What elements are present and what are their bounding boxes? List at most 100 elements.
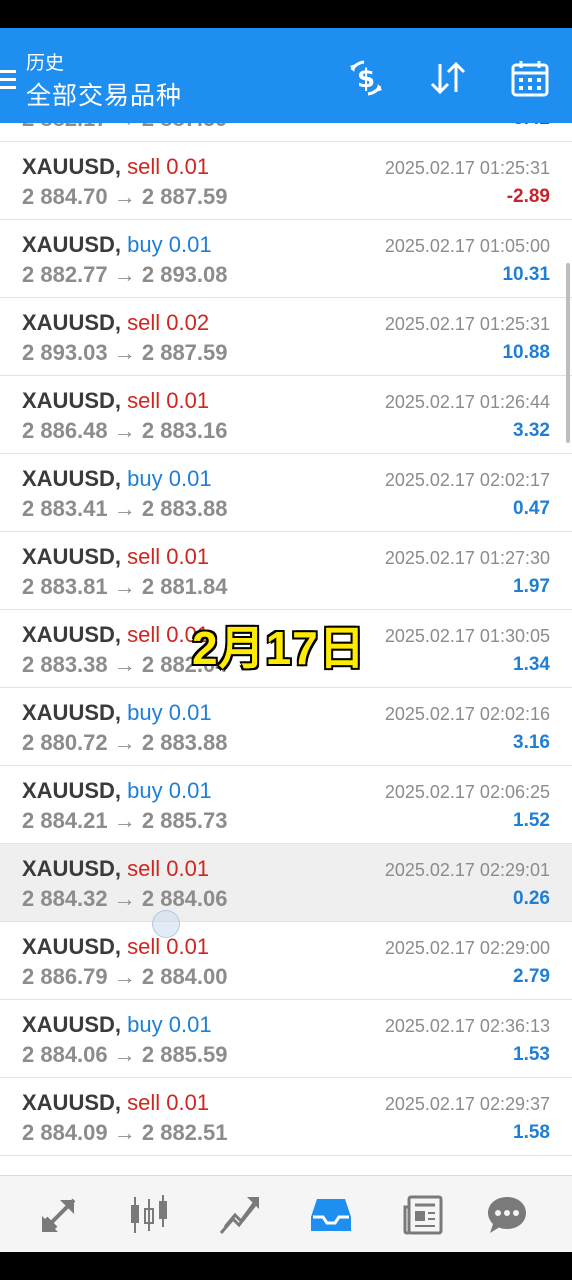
currency-exchange-icon[interactable]: $: [346, 58, 386, 98]
trade-side: buy: [127, 1012, 163, 1037]
trade-symbol: XAUUSD: [22, 622, 115, 647]
trade-row[interactable]: XAUUSD, buy 0.01 2 882.77 → 2 893.08 2025.…: [0, 220, 572, 298]
trade-time: 2025.02.17 01:05:00: [384, 236, 550, 256]
trade-symbol: XAUUSD: [22, 310, 115, 335]
trade-time: 2025.02.17 02:29:37: [384, 1094, 550, 1114]
sort-icon[interactable]: [428, 58, 468, 98]
trade-row[interactable]: XAUUSD, sell 0.01 2 886.48 → 2 883.16 2025…: [0, 376, 572, 454]
trade-icon[interactable]: [216, 1192, 262, 1238]
trade-volume: 0.01: [168, 466, 212, 491]
trade-profit: 10.31: [502, 264, 550, 285]
trade-row[interactable]: XAUUSD, sell 0.01 2 883.81 → 2 881.84 2025…: [0, 532, 572, 610]
trade-side: sell: [127, 934, 161, 959]
trade-symbol: XAUUSD: [22, 778, 115, 803]
date-caption-overlay: 2月17日: [191, 621, 366, 675]
trade-time: 2025.02.17 01:25:31: [384, 158, 550, 178]
trade-prices: 2 886.48 → 2 883.16: [22, 418, 228, 443]
trade-symbol-line: XAUUSD, sell 0.01: [22, 856, 209, 882]
trade-side: buy: [127, 466, 163, 491]
messages-icon[interactable]: [484, 1192, 530, 1238]
bottom-navigation: [0, 1175, 572, 1252]
trade-profit: 1.52: [513, 810, 550, 831]
trade-symbol-line: XAUUSD, sell 0.01: [22, 388, 209, 414]
chart-icon[interactable]: [126, 1192, 172, 1238]
trade-side: sell: [127, 622, 161, 647]
scrollbar[interactable]: [566, 263, 570, 443]
trade-side: buy: [127, 700, 163, 725]
trade-profit: 0.47: [513, 498, 550, 519]
calendar-icon[interactable]: [510, 58, 550, 98]
trade-symbol: XAUUSD: [22, 700, 115, 725]
trade-symbol: XAUUSD: [22, 856, 115, 881]
trade-volume: 0.01: [168, 778, 212, 803]
trade-row[interactable]: XAUUSD, sell 0.01 2 884.09 → 2 882.51 2025…: [0, 1078, 572, 1156]
trade-symbol: XAUUSD: [22, 1012, 115, 1037]
svg-text:$: $: [357, 64, 375, 94]
trade-time: 2025.02.17 02:36:13: [384, 1016, 550, 1036]
trade-prices: 2 886.79 → 2 884.00: [22, 964, 228, 989]
trade-profit: 3.16: [513, 732, 550, 753]
trade-symbol-line: XAUUSD, buy 0.01: [22, 466, 212, 492]
separator: ,: [114, 1012, 128, 1037]
trade-side: buy: [127, 778, 163, 803]
trade-symbol-line: XAUUSD, sell 0.02: [22, 310, 209, 336]
trade-side: sell: [127, 154, 161, 179]
trade-symbol: XAUUSD: [22, 466, 115, 491]
trade-symbol-line: XAUUSD, buy 0.01: [22, 778, 212, 804]
trade-prices: 2 884.21 → 2 885.73: [22, 808, 228, 833]
trade-row[interactable]: XAUUSD, buy 0.01 2 883.41 → 2 883.88 2025.…: [0, 454, 572, 532]
trade-symbol: XAUUSD: [22, 544, 115, 569]
trade-volume: 0.01: [166, 934, 210, 959]
menu-icon[interactable]: [0, 70, 16, 90]
trade-row[interactable]: XAUUSD, sell 0.01 2 886.79 → 2 884.00 2025…: [0, 922, 572, 1000]
trade-row[interactable]: XAUUSD, buy 0.01 2 880.72 → 2 883.88 2025.…: [0, 688, 572, 766]
header-subtitle: 历史: [26, 52, 65, 74]
trade-volume: 0.01: [166, 388, 210, 413]
trade-symbol-line: XAUUSD, buy 0.01: [22, 700, 212, 726]
separator: ,: [114, 232, 128, 257]
trade-symbol: XAUUSD: [22, 1090, 115, 1115]
trade-side: sell: [127, 388, 161, 413]
trade-row[interactable]: XAUUSD, buy 0.01 2 884.06 → 2 885.59 2025.…: [0, 1000, 572, 1078]
trade-volume: 0.01: [168, 232, 212, 257]
trade-time: 2025.02.17 01:30:05: [384, 626, 550, 646]
trade-time: 2025.02.17 01:27:30: [384, 548, 550, 568]
history-icon[interactable]: [308, 1192, 354, 1238]
quotes-icon[interactable]: [36, 1192, 82, 1238]
trade-prices: 2 884.09 → 2 882.51: [22, 1120, 228, 1145]
status-bar: [0, 0, 572, 28]
trade-side: sell: [127, 544, 161, 569]
trade-symbol: XAUUSD: [22, 934, 115, 959]
separator: ,: [114, 544, 128, 569]
trade-side: sell: [127, 1090, 161, 1115]
trade-profit: 2.79: [513, 966, 550, 987]
trade-prices: 2 880.72 → 2 883.88: [22, 730, 228, 755]
trade-volume: 0.01: [168, 700, 212, 725]
separator: ,: [114, 856, 128, 881]
trade-time: 2025.02.17 02:29:01: [384, 860, 550, 880]
trade-profit: 0.26: [513, 888, 550, 909]
separator: ,: [114, 154, 128, 179]
trade-side: sell: [127, 310, 161, 335]
news-icon[interactable]: [400, 1192, 446, 1238]
trade-volume: 0.01: [166, 544, 210, 569]
trade-symbol-line: XAUUSD, sell 0.01: [22, 934, 209, 960]
touch-indicator: [152, 910, 180, 938]
trade-time: 2025.02.17 01:26:44: [384, 392, 550, 412]
header-title[interactable]: 全部交易品种: [26, 76, 182, 112]
trade-row[interactable]: XAUUSD, buy 0.01 2 884.21 → 2 885.73 2025.…: [0, 766, 572, 844]
trade-row[interactable]: XAUUSD, sell 0.01 2 884.70 → 2 887.59 2025…: [0, 142, 572, 220]
trade-volume: 0.02: [166, 310, 210, 335]
trade-time: 2025.02.17 02:29:00: [384, 938, 550, 958]
trade-prices: 2 884.32 → 2 884.06: [22, 886, 228, 911]
trade-row[interactable]: XAUUSD, sell 0.01 2 884.32 → 2 884.06 2025…: [0, 844, 572, 922]
trade-row[interactable]: XAUUSD, sell 0.02 2 893.03 → 2 887.59 2025…: [0, 298, 572, 376]
trade-symbol: XAUUSD: [22, 154, 115, 179]
trade-symbol-line: XAUUSD, sell 0.01: [22, 154, 209, 180]
trade-side: sell: [127, 856, 161, 881]
trade-symbol-line: XAUUSD, buy 0.01: [22, 1012, 212, 1038]
separator: ,: [114, 310, 128, 335]
trade-row[interactable]: XAUUSD, sell 0.012 882.17 → 2 887.592025…: [0, 123, 572, 142]
trade-profit: 10.88: [502, 342, 550, 363]
trade-symbol: XAUUSD: [22, 388, 115, 413]
